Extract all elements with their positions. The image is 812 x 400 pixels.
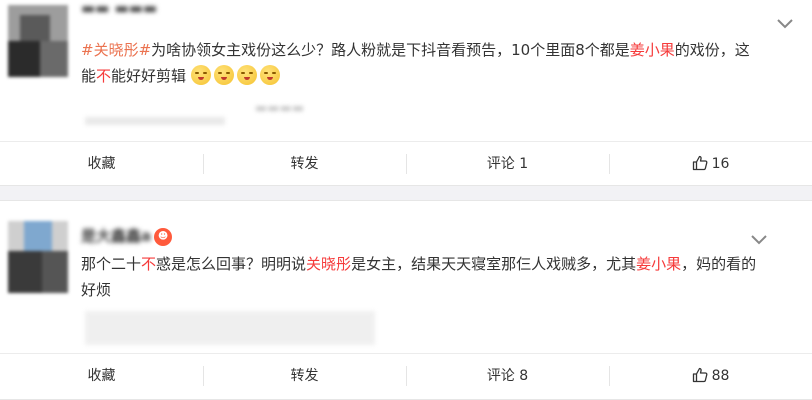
vip-badge-icon: ☻	[154, 227, 173, 246]
username-text: ▬▬ ▬▬▬	[81, 0, 158, 17]
comment-text: #关晓彤#为啥协领女主戏份这么少？路人粉就是下抖音看预告，10个里面8个都是姜小…	[81, 41, 750, 85]
username[interactable]: 是大鑫鑫a ☻	[81, 225, 173, 246]
chevron-down-icon[interactable]	[750, 233, 768, 245]
shush-face-emoji	[190, 65, 211, 85]
action-bar: 收藏 转发 评论 1 16	[0, 141, 812, 185]
favorite-button[interactable]: 收藏	[0, 354, 203, 398]
blurred-media	[85, 311, 375, 345]
repost-button[interactable]: 转发	[203, 142, 406, 186]
avatar[interactable]	[8, 5, 68, 77]
avatar[interactable]	[8, 221, 68, 293]
shush-face-emoji	[213, 65, 234, 85]
comment-button[interactable]: 评论 1	[406, 142, 609, 186]
comment-card: 是大鑫鑫a ☻ 那个二十不惑是怎么回事？明明说关晓彤是女主，结果天天寝室那仨人戏贼…	[0, 200, 812, 400]
blurred-media	[85, 117, 225, 125]
hashtag-link[interactable]: #关晓彤#	[81, 41, 151, 59]
favorite-button[interactable]: 收藏	[0, 142, 203, 186]
thumbs-up-icon	[692, 367, 708, 383]
shush-face-emoji	[259, 65, 280, 85]
comment-text: 那个二十不惑是怎么回事？明明说关晓彤是女主，结果天天寝室那仨人戏贼多，尤其姜小果…	[81, 255, 757, 299]
blurred-source-text: ▬▬▬▬	[255, 101, 305, 116]
username[interactable]: ▬▬ ▬▬▬	[81, 0, 157, 19]
comment-button[interactable]: 评论 8	[406, 354, 609, 398]
like-button[interactable]: 16	[609, 142, 812, 186]
username-text: 是大鑫鑫a	[81, 227, 152, 245]
like-button[interactable]: 88	[609, 354, 812, 398]
like-count: 16	[711, 156, 730, 172]
thumbs-up-icon	[692, 155, 708, 171]
repost-button[interactable]: 转发	[203, 354, 406, 398]
shush-face-emoji	[236, 65, 257, 85]
like-count: 88	[711, 368, 730, 384]
action-bar: 收藏 转发 评论 8 88	[0, 353, 812, 397]
chevron-down-icon[interactable]	[776, 17, 794, 29]
comment-card: ▬▬ ▬▬▬ #关晓彤#为啥协领女主戏份这么少？路人粉就是下抖音看预告，10个里…	[0, 0, 812, 186]
